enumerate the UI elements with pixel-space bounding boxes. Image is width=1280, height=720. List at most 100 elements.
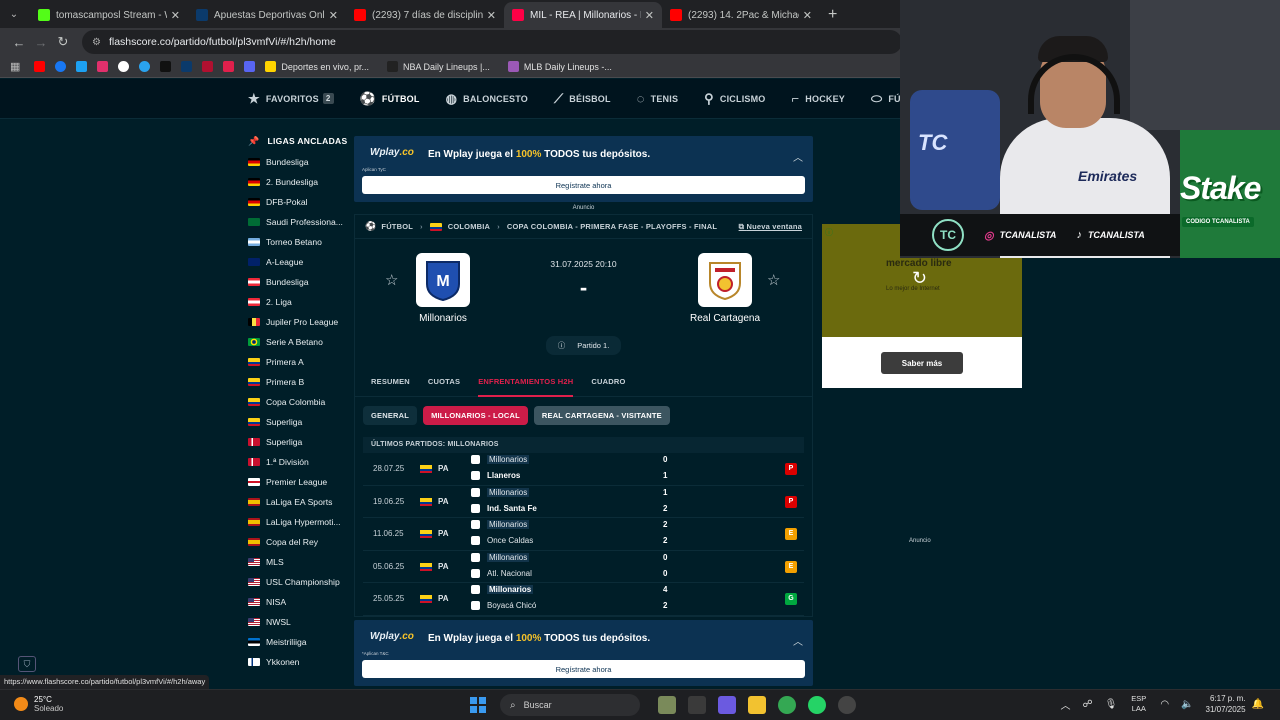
wplay-ad-bottom[interactable]: Wplay.co *Aplican T&C En Wplay juega el …: [354, 620, 813, 686]
nav-beisbol[interactable]: ⟋ BÉISBOL: [554, 91, 611, 107]
league-item[interactable]: Jupiler Pro League: [248, 312, 348, 332]
breadcrumb-competition[interactable]: COPA COLOMBIA - PRIMERA FASE - PLAYOFFS …: [507, 222, 717, 231]
chip-general[interactable]: GENERAL: [363, 405, 418, 425]
league-item[interactable]: A-League: [248, 252, 348, 272]
breadcrumb-sport[interactable]: FÚTBOL: [381, 222, 413, 231]
microphone-icon[interactable]: 🎙: [1105, 699, 1118, 710]
forward-icon[interactable]: →: [30, 35, 52, 50]
copilot-icon[interactable]: [718, 696, 736, 714]
nav-hockey[interactable]: ⌐ HOCKEY: [792, 91, 846, 106]
bookmark-nba[interactable]: NBA Daily Lineups |...: [386, 61, 490, 72]
nav-baloncesto[interactable]: ◍ BALONCESTO: [446, 91, 528, 107]
favorite-away-star-icon[interactable]: ☆: [767, 271, 780, 289]
bookmark-mlb[interactable]: MLB Daily Lineups -...: [507, 61, 612, 72]
network-icon[interactable]: ☍: [1082, 699, 1092, 710]
league-item[interactable]: NISA: [248, 592, 348, 612]
league-item[interactable]: Ykkonen: [248, 652, 348, 672]
flashscore-bookmark-icon[interactable]: [223, 61, 235, 72]
clock[interactable]: 6:17 p. m. 31/07/2025: [1206, 693, 1246, 715]
match-row[interactable]: 11.06.25 PA Millonarios Once Caldas 2 2 E: [363, 518, 804, 551]
nav-ciclismo[interactable]: ⚲ CICLISMO: [704, 91, 765, 107]
browser-tab[interactable]: tomascamposl Stream - Watch ✕: [30, 2, 188, 28]
collapse-ad-icon[interactable]: ︿: [793, 633, 803, 648]
nav-futbol[interactable]: ⚽ FÚTBOL: [360, 91, 420, 107]
league-item[interactable]: Primera A: [248, 352, 348, 372]
browser-tab[interactable]: (2293) 7 días de disciplina con ✕: [346, 2, 504, 28]
match-row[interactable]: 28.07.25 PA Millonarios Llaneros 0 1 P: [363, 453, 804, 486]
chrome-icon[interactable]: [778, 696, 796, 714]
register-button[interactable]: Regístrate ahora: [362, 660, 805, 678]
saber-mas-button[interactable]: Saber más: [881, 352, 963, 374]
league-item[interactable]: DFB-Pokal: [248, 192, 348, 212]
new-window-link[interactable]: ⧉ Nueva ventana: [739, 222, 802, 232]
league-item[interactable]: USL Championship: [248, 572, 348, 592]
task-view-icon[interactable]: [688, 696, 706, 714]
league-item[interactable]: Superliga: [248, 432, 348, 452]
league-item[interactable]: LaLiga EA Sports: [248, 492, 348, 512]
league-item[interactable]: Superliga: [248, 412, 348, 432]
league-item[interactable]: Saudi Professiona...: [248, 212, 348, 232]
register-button[interactable]: Regístrate ahora: [362, 176, 805, 194]
tab-resumen[interactable]: RESUMEN: [371, 367, 410, 397]
windows-start-icon[interactable]: [470, 697, 486, 713]
bookmark-deportes[interactable]: Deportes en vivo, pr...: [265, 61, 369, 72]
league-item[interactable]: 1.ª División: [248, 452, 348, 472]
chatgpt-bookmark-icon[interactable]: [160, 61, 172, 72]
whatsapp-icon[interactable]: [808, 696, 826, 714]
close-tab-icon[interactable]: ✕: [803, 9, 812, 22]
reload-icon[interactable]: ↻: [52, 34, 74, 50]
taskbar-search[interactable]: ⌕ Buscar: [500, 694, 640, 716]
taskbar-app-icon[interactable]: [658, 696, 676, 714]
league-item[interactable]: LaLiga Hypermoti...: [248, 512, 348, 532]
nav-tenis[interactable]: ◌ TENIS: [637, 91, 678, 106]
ad-info-icon[interactable]: ⓘ: [825, 227, 833, 238]
apps-grid-icon[interactable]: ▦: [10, 60, 20, 73]
league-item[interactable]: Serie A Betano: [248, 332, 348, 352]
bookmark-icon[interactable]: [244, 61, 256, 72]
volume-icon[interactable]: 🔈: [1181, 699, 1193, 710]
bookmark-icon[interactable]: [202, 61, 214, 72]
league-item[interactable]: 2. Bundesliga: [248, 172, 348, 192]
weather-widget[interactable]: 25°C Soleado: [14, 695, 63, 713]
tab-h2h[interactable]: ENFRENTAMIENTOS H2H: [478, 367, 574, 397]
new-tab-icon[interactable]: +: [828, 6, 837, 24]
league-item[interactable]: Bundesliga: [248, 152, 348, 172]
back-icon[interactable]: ←: [8, 35, 30, 50]
match-row[interactable]: 05.06.25 PA Millonarios Atl. Nacional 0 0 E: [363, 551, 804, 584]
instagram-bookmark-icon[interactable]: [97, 61, 109, 72]
close-tab-icon[interactable]: ✕: [487, 9, 496, 22]
league-item[interactable]: Primera B: [248, 372, 348, 392]
browser-tab[interactable]: (2293) 14. 2Pac & Michael J ✕: [662, 2, 820, 28]
league-item[interactable]: MLS: [248, 552, 348, 572]
google-bookmark-icon[interactable]: [118, 61, 130, 72]
chip-home[interactable]: MILLONARIOS - LOCAL: [423, 405, 528, 425]
tab-cuotas[interactable]: CUOTAS: [428, 367, 460, 397]
league-item[interactable]: NWSL: [248, 612, 348, 632]
league-item[interactable]: Premier League: [248, 472, 348, 492]
close-tab-icon[interactable]: ✕: [171, 9, 180, 22]
tab-cuadro[interactable]: CUADRO: [591, 367, 625, 397]
chip-away[interactable]: REAL CARTAGENA - VISITANTE: [533, 405, 670, 425]
twitter-bookmark-icon[interactable]: [76, 61, 88, 72]
away-team[interactable]: Real Cartagena: [670, 253, 780, 324]
close-tab-icon[interactable]: ✕: [329, 9, 338, 22]
site-info-icon[interactable]: ⚙: [92, 37, 101, 48]
league-item[interactable]: Torneo Betano: [248, 232, 348, 252]
bookmark-icon[interactable]: [181, 61, 193, 72]
chevron-up-icon[interactable]: ︿: [1060, 697, 1070, 712]
language-indicator[interactable]: ESP LAA: [1131, 694, 1146, 714]
address-bar[interactable]: ⚙ flashscore.co/partido/futbol/pl3vmfVi/…: [82, 30, 902, 54]
wplay-ad-top[interactable]: Wplay.co Aplican TyC En Wplay juega el 1…: [354, 136, 813, 202]
file-explorer-icon[interactable]: [748, 696, 766, 714]
tab-search-icon[interactable]: ⌄: [4, 4, 24, 24]
facebook-bookmark-icon[interactable]: [55, 61, 67, 72]
league-item[interactable]: Bundesliga: [248, 272, 348, 292]
league-item[interactable]: 2. Liga: [248, 292, 348, 312]
wifi-icon[interactable]: ◠: [1160, 699, 1169, 710]
collapse-ad-icon[interactable]: ︿: [793, 149, 803, 164]
obs-icon[interactable]: [838, 696, 856, 714]
notification-icon[interactable]: 🔔: [1252, 699, 1264, 710]
close-tab-icon[interactable]: ✕: [645, 9, 654, 22]
match-row[interactable]: 25.05.25 PA Millonarios Boyacá Chicó 4 2 G: [363, 583, 804, 616]
league-item[interactable]: Meistriliiga: [248, 632, 348, 652]
